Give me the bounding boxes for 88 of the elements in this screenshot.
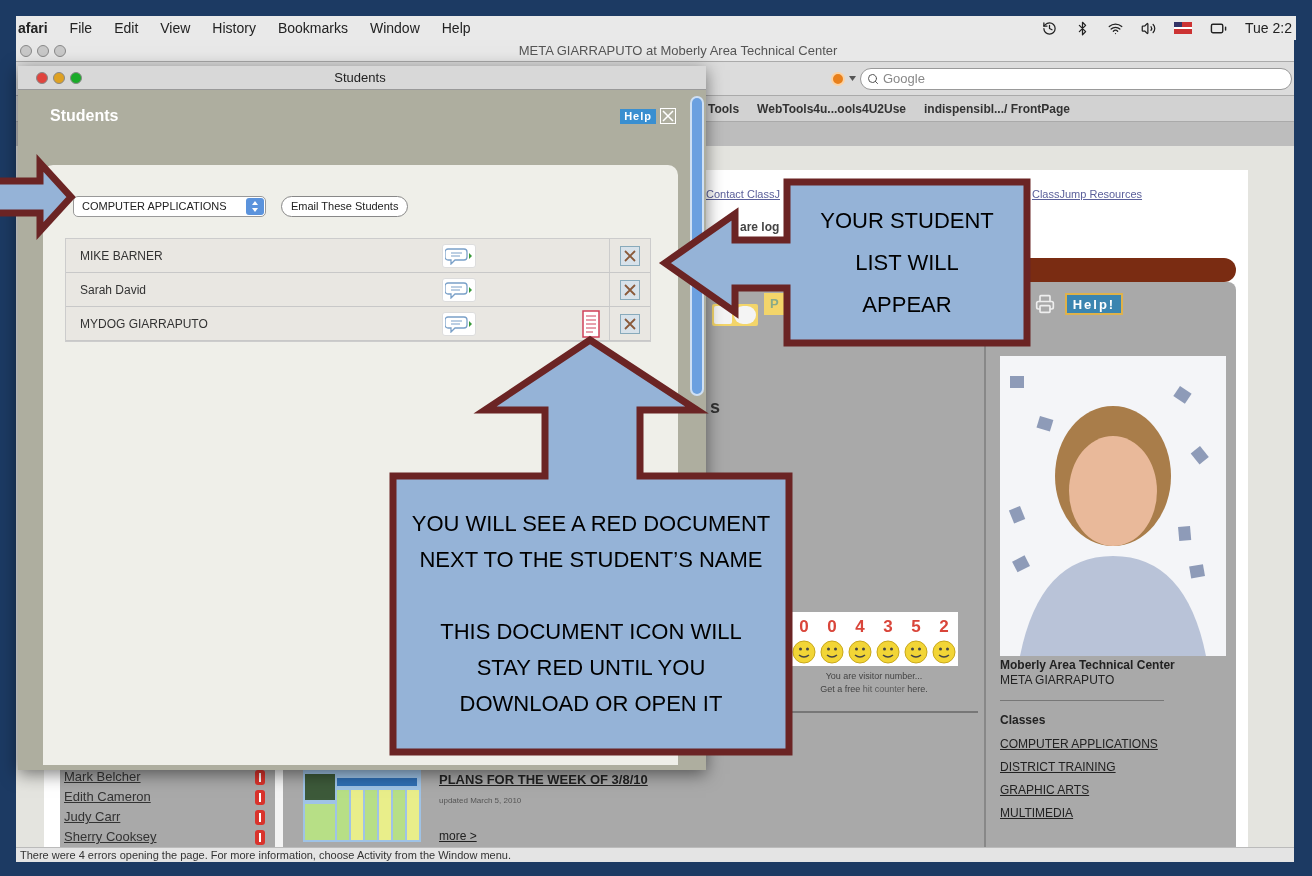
student-row[interactable]: Sarah David: [66, 273, 650, 307]
callout-text: YOUR STUDENT LIST WILL APPEAR: [819, 206, 995, 319]
bookmark-link[interactable]: WebTools4u...ools4U2Use: [757, 99, 907, 118]
menu-item[interactable]: Help: [441, 17, 471, 39]
clock[interactable]: Tue 2:2: [1245, 17, 1292, 39]
alert-icon: [255, 769, 265, 785]
student-link[interactable]: Sherry Cooksey: [64, 827, 157, 847]
class-link[interactable]: DISTRICT TRAINING: [1000, 760, 1236, 775]
close-icon: [624, 249, 636, 262]
student-name: MYDOG GIARRAPUTO: [79, 315, 209, 333]
callout-text: THIS DOCUMENT ICON WILL STAY RED UNTIL YOU DOWNLOAD OR OPEN IT: [439, 618, 743, 718]
student-link[interactable]: Edith Cameron: [64, 787, 151, 807]
alert-icon: [255, 829, 265, 845]
class-link[interactable]: COMPUTER APPLICATIONS: [1000, 737, 1236, 752]
close-icon[interactable]: [660, 108, 676, 124]
counter-digit: 5: [910, 616, 922, 638]
counter-note: Get a free hit counter here.: [820, 683, 928, 696]
student-link[interactable]: Mark Belcher: [64, 767, 141, 787]
remove-button[interactable]: [620, 245, 640, 266]
help-button[interactable]: Help!: [1064, 293, 1124, 315]
student-row[interactable]: MYDOG GIARRAPUTO: [66, 307, 650, 341]
app-menu[interactable]: afari: [18, 17, 48, 39]
school-name: Moberly Area Technical Center: [1000, 658, 1176, 673]
menu-item[interactable]: File: [69, 17, 93, 39]
alert-icon: [255, 789, 265, 805]
menu-item[interactable]: History: [212, 17, 256, 39]
stepper-icon: [246, 198, 264, 215]
class-select[interactable]: COMPUTER APPLICATIONS: [73, 196, 266, 217]
class-link[interactable]: GRAPHIC ARTS: [1000, 783, 1236, 798]
window-control-icon[interactable]: [20, 44, 32, 57]
page-link[interactable]: Contact ClassJ: [706, 186, 780, 202]
remove-button[interactable]: [620, 313, 640, 334]
bookmark-link[interactable]: Tools: [708, 99, 740, 118]
counter-digit: 0: [826, 616, 838, 638]
window-control-icon[interactable]: [37, 44, 49, 57]
wifi-icon[interactable]: [1108, 20, 1124, 36]
message-button[interactable]: [442, 277, 476, 302]
student-name: Sarah David: [79, 281, 148, 299]
classes-heading: Classes: [1000, 713, 1047, 728]
student-row[interactable]: MIKE BARNER: [66, 239, 650, 273]
counter-digit: 0: [798, 616, 810, 638]
student-link[interactable]: Judy Carr: [64, 807, 121, 827]
callout-text: YOU WILL SEE A RED DOCUMENT NEXT TO THE STUDENT’S NAME: [411, 510, 771, 574]
menu-item[interactable]: Window: [369, 17, 420, 39]
window-control-icon[interactable]: [70, 71, 82, 84]
counter-digit: 4: [854, 616, 866, 638]
window-control-icon[interactable]: [54, 44, 66, 57]
smiley-icon: [792, 639, 816, 664]
status-bar: There were 4 errors opening the page. For more information, choose Activity from the Window menu.: [16, 847, 1294, 862]
time-machine-icon[interactable]: [1042, 20, 1058, 36]
class-link[interactable]: MULTIMEDIA: [1000, 806, 1236, 821]
window-title: Students: [333, 68, 387, 87]
flag-icon[interactable]: [1174, 22, 1193, 34]
smiley-icon: [848, 639, 872, 664]
message-button[interactable]: [442, 311, 476, 336]
window-control-icon[interactable]: [36, 71, 48, 84]
bookmark-link[interactable]: indispensibl.../ FrontPage: [924, 99, 1071, 118]
counter-caption: You are visitor number...: [825, 669, 923, 683]
caret-icon: [849, 76, 856, 81]
email-button[interactable]: Email These Students: [281, 196, 409, 217]
counter-digit: 2: [938, 616, 950, 638]
post-title[interactable]: PLANS FOR THE WEEK OF 3/8/10: [439, 769, 648, 789]
counter-digit: 3: [882, 616, 894, 638]
smiley-icon: [904, 639, 928, 664]
remove-button[interactable]: [620, 279, 640, 300]
smiley-icon: [932, 639, 956, 664]
login-text: are log: [740, 220, 780, 234]
page-link[interactable]: ClassJump Resources: [1032, 186, 1143, 202]
close-icon: [624, 283, 636, 296]
search-icon: [867, 72, 879, 85]
smiley-icon: [820, 639, 844, 664]
volume-icon[interactable]: [1141, 20, 1157, 36]
student-name: MIKE BARNER: [79, 247, 164, 265]
menu-item[interactable]: Edit: [114, 17, 139, 39]
alert-icon: [255, 809, 265, 825]
more-link[interactable]: more >: [439, 827, 648, 845]
search-field[interactable]: Google: [860, 67, 1292, 90]
window-title: META GIARRAPUTO at Moberly Area Technical Center: [517, 41, 839, 60]
teacher-name: META GIARRAPUTO: [1000, 673, 1116, 688]
smiley-icon: [876, 639, 900, 664]
section-heading: s: [710, 396, 720, 416]
message-button[interactable]: [442, 243, 476, 268]
menu-item[interactable]: View: [160, 17, 191, 39]
close-icon: [624, 317, 636, 330]
menu-item[interactable]: Bookmarks: [277, 17, 348, 39]
panel-heading: Students: [50, 106, 119, 126]
post-date: updated March 5, 2010: [439, 795, 523, 807]
window-control-icon[interactable]: [53, 71, 65, 84]
